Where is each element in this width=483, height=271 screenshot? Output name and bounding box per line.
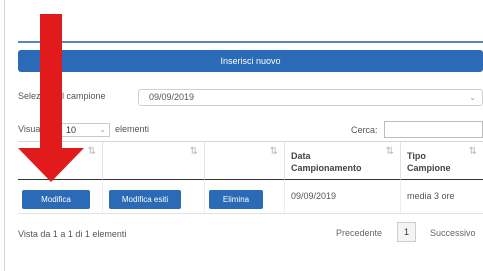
column-header-edit[interactable]: ⇅ xyxy=(18,142,103,180)
sample-type-value: media 3 ore xyxy=(407,191,455,201)
top-rule xyxy=(18,41,483,43)
column-header-edit-results[interactable]: ⇅ xyxy=(103,142,205,180)
table-cell: 09/09/2019 xyxy=(285,180,401,214)
edit-button[interactable]: Modifica xyxy=(22,190,90,209)
table-cell: media 3 ore xyxy=(401,180,483,214)
sort-icon: ⇅ xyxy=(189,146,198,157)
sample-select-label: Seleziona il campione xyxy=(18,91,106,101)
sample-select[interactable]: 09/09/2019 ⌄ xyxy=(138,89,483,106)
chevron-down-icon: ⌄ xyxy=(99,125,106,134)
top-bar xyxy=(0,0,483,38)
samples-table: ⇅ ⇅ ⇅ Data Campionamento ⇅ Tipo Campione… xyxy=(18,141,483,215)
chevron-down-icon: ⌄ xyxy=(469,93,476,102)
sort-icon: ⇅ xyxy=(87,146,96,157)
column-header-label: Tipo Campione xyxy=(407,151,451,173)
column-header-sampling-date[interactable]: Data Campionamento ⇅ xyxy=(285,142,401,180)
sampling-date-value: 09/09/2019 xyxy=(291,191,337,201)
insert-new-button[interactable]: Inserisci nuovo xyxy=(18,50,483,72)
previous-page-button[interactable]: Precedente xyxy=(336,228,382,238)
table-cell: Modifica xyxy=(18,180,103,214)
table-cell: Modifica esiti xyxy=(103,180,205,214)
edit-results-button[interactable]: Modifica esiti xyxy=(109,190,181,209)
sample-select-value: 09/09/2019 xyxy=(149,92,195,102)
table-info: Vista da 1 a 1 di 1 elementi xyxy=(18,229,127,239)
sort-icon: ⇅ xyxy=(468,146,477,157)
page-length-suffix: elementi xyxy=(115,124,150,134)
table-cell: Elimina xyxy=(205,180,285,214)
page-length-value: 10 xyxy=(66,125,77,135)
column-header-sample-type[interactable]: Tipo Campione ⇅ xyxy=(401,142,483,180)
sort-icon: ⇅ xyxy=(269,146,278,157)
next-page-button[interactable]: Successivo xyxy=(430,228,476,238)
page-1-button[interactable]: 1 xyxy=(397,222,416,242)
column-header-label: Data Campionamento xyxy=(291,151,362,173)
sort-icon: ⇅ xyxy=(385,146,394,157)
search-input[interactable] xyxy=(384,121,483,138)
delete-button[interactable]: Elimina xyxy=(209,190,263,209)
page-length-label: Visualizza xyxy=(18,124,59,134)
search-label: Cerca: xyxy=(351,125,378,135)
column-header-delete[interactable]: ⇅ xyxy=(205,142,285,180)
left-border xyxy=(4,0,5,271)
page-length-select[interactable]: 10 ⌄ xyxy=(60,123,110,137)
